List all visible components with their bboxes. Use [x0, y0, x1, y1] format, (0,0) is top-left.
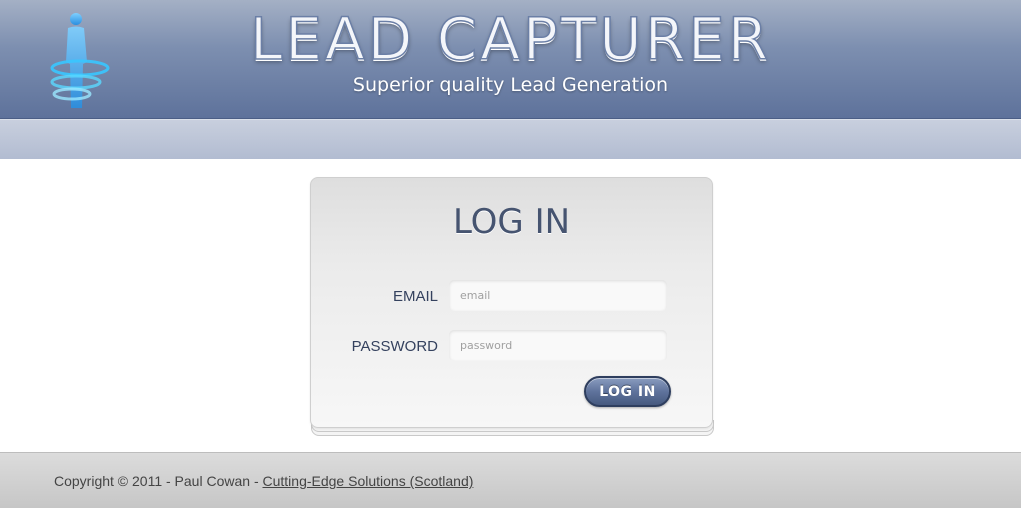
- site-tagline: Superior quality Lead Generation: [352, 74, 669, 96]
- site-title: LEAD CAPTURER: [249, 5, 771, 73]
- email-label: EMAIL: [392, 288, 438, 305]
- login-form: LOG IN EMAIL PASSWORD LOG IN: [310, 177, 713, 428]
- login-button[interactable]: LOG IN: [584, 376, 671, 407]
- login-heading: LOG IN: [452, 202, 571, 242]
- nav-bar: [0, 119, 1021, 159]
- site-footer: Copyright © 2011 - Paul Cowan - Cutting-…: [0, 452, 1021, 508]
- copyright-text: Copyright © 2011 - Paul Cowan -: [54, 473, 263, 489]
- email-field[interactable]: [449, 280, 667, 311]
- password-field[interactable]: [449, 330, 667, 361]
- copyright-notice: Copyright © 2011 - Paul Cowan - Cutting-…: [54, 473, 473, 489]
- company-link[interactable]: Cutting-Edge Solutions (Scotland): [263, 473, 474, 489]
- password-label: PASSWORD: [351, 338, 438, 355]
- site-header: LEAD CAPTURER Superior quality Lead Gene…: [0, 0, 1021, 119]
